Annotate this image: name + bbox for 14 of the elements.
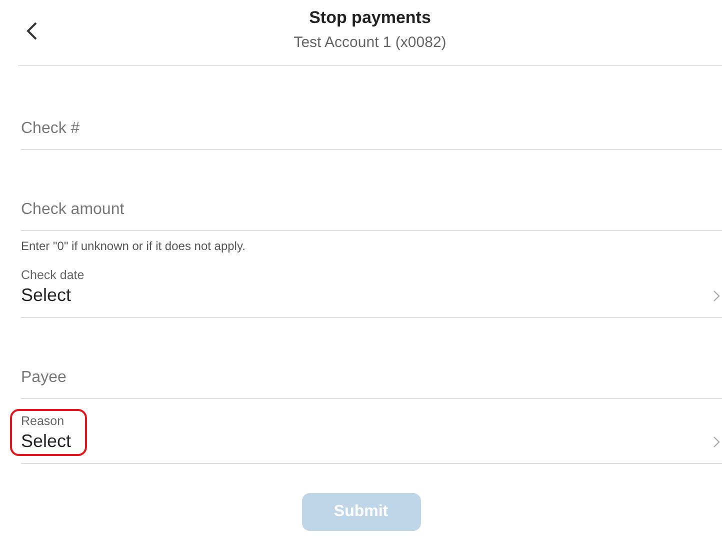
field-value: Select bbox=[21, 284, 72, 307]
page-title: Stop payments bbox=[309, 7, 431, 29]
account-subtitle: Test Account 1 (x0082) bbox=[294, 33, 446, 53]
chevron-icon bbox=[713, 290, 720, 302]
select-field[interactable]: Reason Select bbox=[10, 409, 722, 464]
field-label: Check date bbox=[21, 267, 84, 284]
input-field[interactable]: Check amount bbox=[21, 198, 722, 231]
field-value: Select bbox=[21, 430, 72, 453]
hint-text: Enter "0" if unknown or if it does not apply. bbox=[21, 239, 246, 253]
back-icon[interactable] bbox=[26, 22, 38, 40]
input-field[interactable]: Check # bbox=[21, 117, 722, 150]
input-field[interactable]: Payee bbox=[21, 366, 722, 399]
field-label: Reason bbox=[21, 413, 66, 430]
chevron-icon bbox=[713, 436, 720, 448]
